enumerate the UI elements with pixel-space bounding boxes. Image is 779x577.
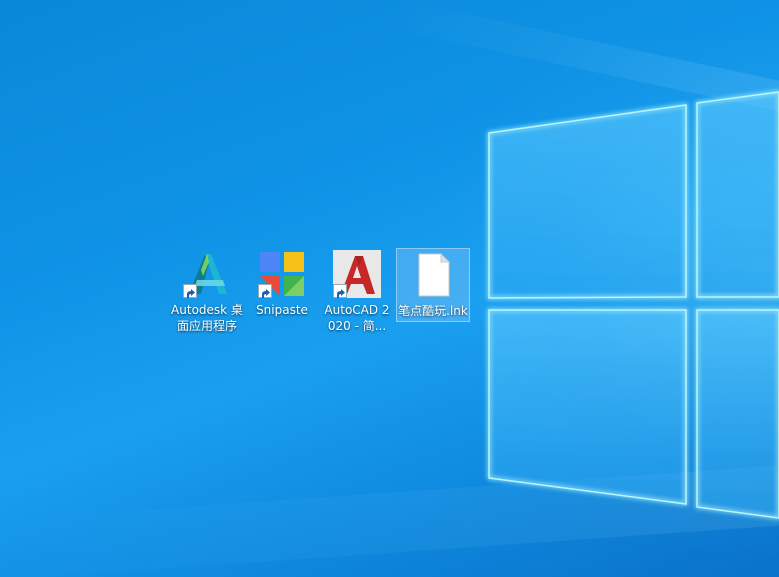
shortcut-arrow-icon: [258, 284, 272, 298]
shortcut-arrow-icon: [333, 284, 347, 298]
desktop-icon-autodesk[interactable]: Autodesk 桌面应用程序: [171, 248, 243, 334]
desktop: Autodesk 桌面应用程序 Snipaste AutoCAD 2020 - …: [0, 0, 779, 577]
window-pane-bottom-right: [695, 308, 779, 520]
desktop-icon-label: AutoCAD 2020 - 简...: [324, 303, 390, 333]
desktop-icon-label: 笔点酷玩.lnk: [398, 304, 468, 318]
blank-file-icon: [409, 251, 457, 299]
autodesk-logo-icon: [183, 250, 231, 298]
window-pane-bottom-left: [487, 308, 688, 506]
window-pane-top-left: [487, 103, 688, 300]
desktop-icon-bidiankuwan[interactable]: 笔点酷玩.lnk: [396, 248, 470, 322]
desktop-icon-autocad[interactable]: AutoCAD 2020 - 简...: [321, 248, 393, 334]
desktop-icon-label: Autodesk 桌面应用程序: [171, 303, 243, 333]
snipaste-logo-icon: [258, 250, 306, 298]
shortcut-arrow-icon: [183, 284, 197, 298]
window-pane-top-right: [695, 90, 779, 299]
desktop-icon-snipaste[interactable]: Snipaste: [246, 248, 318, 318]
autocad-logo-icon: [333, 250, 381, 298]
desktop-icon-label: Snipaste: [256, 303, 308, 317]
